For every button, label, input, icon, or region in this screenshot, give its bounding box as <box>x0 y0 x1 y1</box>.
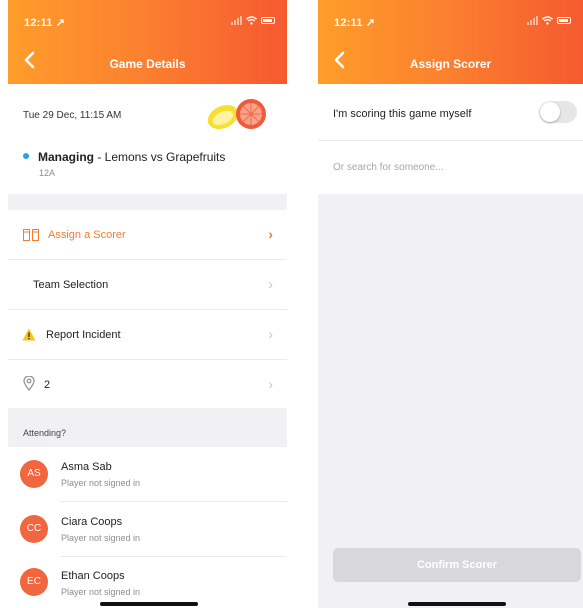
game-menu: Assign a Scorer › Team Selection › Repor… <box>8 210 287 408</box>
search-input[interactable]: Or search for someone... <box>333 162 444 173</box>
menu-item-team-selection[interactable]: Team Selection › <box>8 260 287 309</box>
list-item[interactable]: EC Ethan Coops Player not signed in <box>8 557 287 608</box>
toggle-knob <box>540 102 560 122</box>
location-pin-icon <box>23 376 35 391</box>
status-time: 12:11 ↗ <box>334 17 376 29</box>
page-title: Assign Scorer <box>409 57 492 71</box>
status-icons <box>231 16 275 25</box>
game-info-card: Tue 29 Dec, 11:15 AM Managing - Lemons v… <box>8 84 287 194</box>
matchup-label: - Lemons vs Grapefruits <box>94 150 226 164</box>
home-indicator[interactable] <box>408 602 506 606</box>
wifi-icon <box>542 16 553 25</box>
attending-heading: Attending? <box>23 428 67 438</box>
attendee-list: AS Asma Sab Player not signed in CC Ciar… <box>8 447 287 608</box>
avatar: EC <box>20 568 48 596</box>
battery-icon <box>557 17 571 24</box>
confirm-scorer-button[interactable]: Confirm Scorer <box>333 548 581 582</box>
game-details-screen: 12:11 ↗ Game Details Tue 29 Dec, 11:15 A… <box>8 0 287 608</box>
battery-icon <box>261 17 275 24</box>
menu-item-label: Report Incident <box>46 329 121 341</box>
lemon-grapefruit-icon <box>207 99 266 130</box>
player-name: Ciara Coops <box>61 516 123 528</box>
status-icons <box>527 16 571 25</box>
header: 12:11 ↗ Game Details <box>8 0 287 84</box>
game-title: Managing - Lemons vs Grapefruits <box>38 150 225 164</box>
chevron-right-icon: › <box>268 276 273 292</box>
player-status: Player not signed in <box>61 587 141 597</box>
menu-item-label: Assign a Scorer <box>48 229 126 241</box>
list-item[interactable]: CC Ciara Coops Player not signed in <box>8 502 287 556</box>
self-scoring-toggle[interactable] <box>539 101 577 123</box>
status-time: 12:11 ↗ <box>24 17 66 29</box>
list-item[interactable]: AS Asma Sab Player not signed in <box>8 447 287 501</box>
player-name: Asma Sab <box>61 461 112 473</box>
chevron-right-icon: › <box>268 226 273 242</box>
header: 12:11 ↗ Assign Scorer <box>318 0 583 84</box>
page-title: Game Details <box>109 57 186 71</box>
player-status: Player not signed in <box>61 478 141 488</box>
role-label: Managing <box>38 150 94 164</box>
menu-item-assign-scorer[interactable]: Assign a Scorer › <box>8 210 287 259</box>
wifi-icon <box>246 16 257 25</box>
signal-icon <box>231 16 242 25</box>
chevron-right-icon: › <box>268 326 273 342</box>
scorer-options: I'm scoring this game myself Or search f… <box>318 84 583 194</box>
scorer-icon <box>23 229 39 241</box>
assign-scorer-screen: 12:11 ↗ Assign Scorer I'm scoring this g… <box>318 0 583 608</box>
warning-icon <box>22 328 36 341</box>
signal-icon <box>527 16 538 25</box>
self-scoring-label: I'm scoring this game myself <box>333 108 472 120</box>
managing-dot <box>23 153 29 159</box>
avatar: AS <box>20 460 48 488</box>
player-name: Ethan Coops <box>61 570 125 582</box>
chevron-right-icon: › <box>268 376 273 392</box>
menu-item-label: Team Selection <box>33 279 109 291</box>
team-label: 12A <box>39 168 56 178</box>
menu-item-label: 2 <box>44 379 51 391</box>
menu-item-report-incident[interactable]: Report Incident › <box>8 310 287 359</box>
home-indicator[interactable] <box>100 602 198 606</box>
game-date: Tue 29 Dec, 11:15 AM <box>23 110 122 121</box>
player-status: Player not signed in <box>61 533 141 543</box>
avatar: CC <box>20 515 48 543</box>
menu-item-location[interactable]: 2 › <box>8 360 287 408</box>
